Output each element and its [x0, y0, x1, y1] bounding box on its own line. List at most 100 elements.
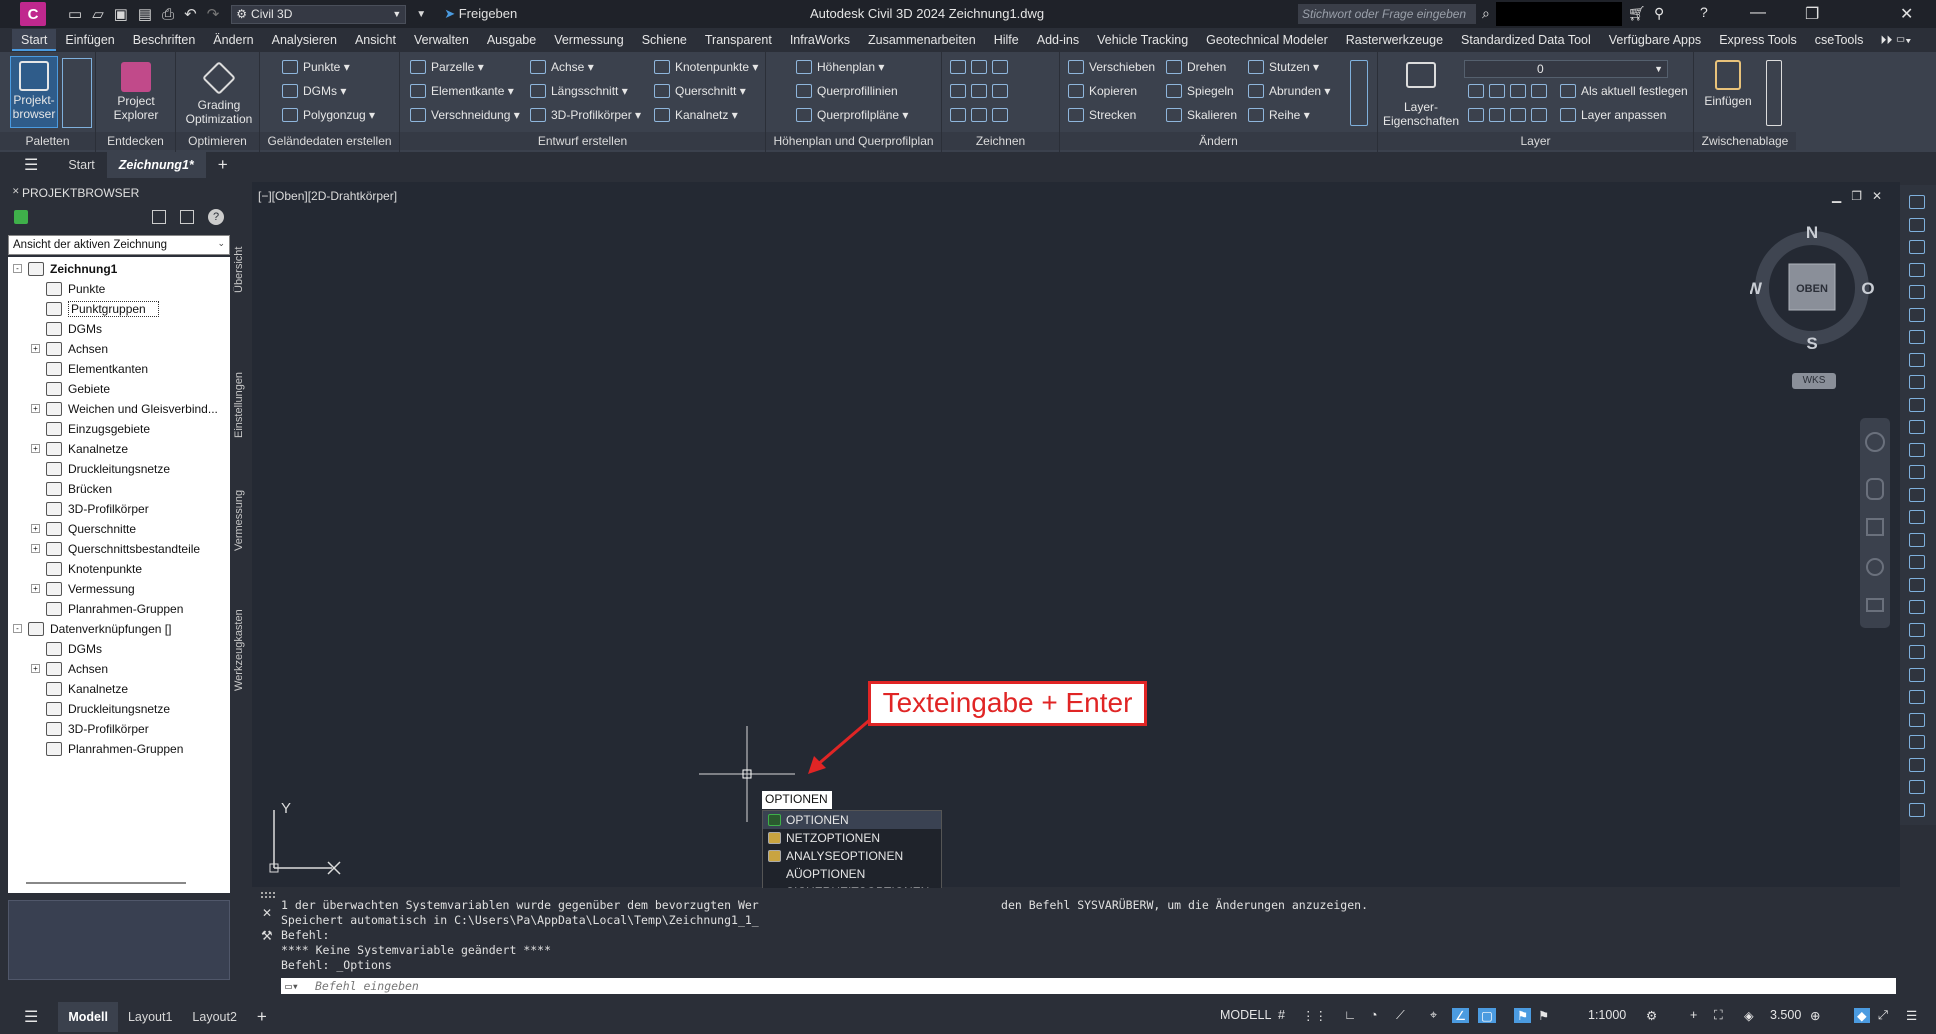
tree-item[interactable]: Brücken — [8, 479, 230, 499]
verschneidung-button[interactable]: Verschneidung ▾ — [410, 108, 520, 122]
palette-tool-icon[interactable] — [1909, 555, 1925, 569]
print-icon[interactable]: ⎙ — [162, 6, 174, 23]
expand-icon[interactable]: + — [31, 664, 40, 673]
add-layout-icon[interactable]: + — [257, 1007, 267, 1027]
querprofilplaene-button[interactable]: Querprofilpläne ▾ — [796, 108, 908, 122]
annotation-scale[interactable]: 1:1000 — [1588, 1008, 1626, 1022]
dynamic-ucs-icon[interactable]: ∠ — [1452, 1008, 1470, 1023]
layer-tools-row2[interactable] — [1468, 108, 1552, 122]
palette-tool-icon[interactable] — [1909, 802, 1925, 817]
drehen-button[interactable]: Drehen — [1166, 60, 1226, 74]
app-icon[interactable]: C — [20, 2, 46, 26]
ribbon-tab-20[interactable]: Express Tools — [1710, 29, 1806, 51]
clipboard-extra-icons[interactable] — [1766, 60, 1782, 126]
prospector-icon[interactable] — [14, 210, 28, 224]
quick-access-menu-icon[interactable]: ▼ — [416, 9, 426, 20]
compass-north[interactable]: N — [1806, 223, 1818, 242]
search-input[interactable]: Stichwort oder Frage eingeben — [1298, 4, 1476, 24]
tree-item[interactable]: DGMs — [8, 319, 230, 339]
help-icon[interactable]: ? — [208, 209, 224, 225]
ribbon-tab-0[interactable]: Start — [12, 29, 57, 51]
querprofillinien-button[interactable]: Querprofillinien — [796, 84, 898, 98]
dynamic-command-input[interactable]: OPTIONEN — [762, 791, 832, 809]
elevation-value[interactable]: 3.500 — [1770, 1008, 1801, 1022]
new-file-icon[interactable]: ▭ — [68, 5, 82, 23]
redo-icon[interactable]: ↷ — [207, 5, 220, 23]
tree-item[interactable]: 3D-Profilkörper — [8, 719, 230, 739]
dgms-button[interactable]: DGMs ▾ — [282, 84, 346, 98]
collapse-icon[interactable]: - — [13, 624, 22, 633]
point-tool[interactable] — [950, 84, 1013, 98]
ribbon-tab-13[interactable]: Hilfe — [985, 29, 1028, 51]
ribbon-tab-2[interactable]: Beschriften — [124, 29, 205, 51]
expand-icon[interactable]: + — [31, 584, 40, 593]
expand-icon[interactable]: + — [31, 444, 40, 453]
tree-item[interactable]: + Vermessung — [8, 579, 230, 599]
querschnitt-button[interactable]: Querschnitt ▾ — [654, 84, 746, 98]
ribbon-tab-21[interactable]: cseTools — [1806, 29, 1873, 51]
layer-anpassen-button[interactable]: Layer anpassen — [1560, 108, 1666, 122]
abrunden-button[interactable]: Abrunden ▾ — [1248, 84, 1330, 98]
kanalnetz-button[interactable]: Kanalnetz ▾ — [654, 108, 738, 122]
tree-item[interactable]: 3D-Profilkörper — [8, 499, 230, 519]
strecken-button[interactable]: Strecken — [1068, 108, 1136, 122]
tree-item[interactable]: + Achsen — [8, 339, 230, 359]
palette-tool-icon[interactable] — [1909, 712, 1925, 727]
tab-modell[interactable]: Modell — [58, 1002, 118, 1032]
search-icon[interactable]: ⌕ — [1482, 5, 1490, 22]
palette-icons[interactable] — [62, 58, 92, 128]
palette-tool-icon[interactable] — [1909, 487, 1925, 502]
side-tab-0[interactable]: Übersicht — [233, 240, 249, 300]
fullscreen-icon[interactable]: ⤢ — [1878, 1008, 1888, 1023]
kopieren-button[interactable]: Kopieren — [1068, 84, 1137, 98]
tree-item[interactable]: + Kanalnetze — [8, 439, 230, 459]
palette-tool-icon[interactable] — [1909, 510, 1925, 524]
expand-icon[interactable]: + — [31, 544, 40, 553]
tree-item[interactable]: Knotenpunkte — [8, 559, 230, 579]
side-tab-2[interactable]: Vermessung — [233, 470, 249, 570]
ribbon-tab-19[interactable]: Verfügbare Apps — [1600, 29, 1710, 51]
osnap-icon[interactable]: ⌖ — [1430, 1008, 1437, 1023]
settings-gear-icon[interactable]: ⚙ — [1646, 1008, 1657, 1023]
als-aktuell-festlegen-button[interactable]: Als aktuell festlegen — [1560, 84, 1688, 98]
elementkante-button[interactable]: Elementkante ▾ — [410, 84, 514, 98]
ribbon-tab-5[interactable]: Ansicht — [346, 29, 405, 51]
palette-tool-icon[interactable] — [1909, 307, 1925, 322]
ribbon-tab-14[interactable]: Add-ins — [1028, 29, 1088, 51]
palette-tool-icon[interactable] — [1909, 645, 1925, 659]
palette-tool-icon[interactable] — [1909, 465, 1925, 479]
browser-close-icon[interactable]: ✕ — [12, 186, 20, 197]
ribbon-tab-8[interactable]: Vermessung — [545, 29, 632, 51]
grading-optimization-button[interactable]: Grading Optimization — [182, 56, 256, 126]
viewport-restore-icon[interactable]: ❐ — [1851, 189, 1862, 203]
ribbon-tab-15[interactable]: Vehicle Tracking — [1088, 29, 1197, 51]
close-icon[interactable]: ✕ — [262, 906, 272, 920]
open-file-icon[interactable]: ▱ — [92, 5, 104, 23]
zoom-extents-icon[interactable] — [1866, 518, 1884, 536]
palette-tool-icon[interactable] — [1909, 330, 1925, 344]
layer-dropdown[interactable]: 0 ▼ — [1464, 60, 1668, 78]
tree-item[interactable]: Druckleitungsnetze — [8, 699, 230, 719]
palette-tool-icon[interactable] — [1909, 240, 1925, 254]
isolate-icon[interactable]: ⛶ — [1714, 1008, 1723, 1023]
expand-icon[interactable]: + — [31, 524, 40, 533]
modify-extra-icons[interactable] — [1350, 60, 1368, 126]
tree-item[interactable]: Punktgruppen — [8, 299, 230, 319]
laengsschnitt-button[interactable]: Längsschnitt ▾ — [530, 84, 628, 98]
layer-tools-row1[interactable] — [1468, 84, 1552, 98]
knotenpunkte-button[interactable]: Knotenpunkte ▾ — [654, 60, 758, 74]
palette-tool-icon[interactable] — [1909, 622, 1925, 637]
annotation-autoscale-icon[interactable]: ⚑ — [1538, 1008, 1549, 1023]
clean-screen-icon[interactable]: ◆ — [1854, 1008, 1870, 1023]
new-tab-plus-icon[interactable]: + — [218, 155, 228, 175]
tree-item[interactable]: Elementkanten — [8, 359, 230, 379]
steering-wheel-icon[interactable] — [1865, 432, 1885, 452]
ortho-icon[interactable]: ∟ — [1344, 1008, 1356, 1022]
expand-icon[interactable]: + — [31, 404, 40, 413]
snap-icon[interactable]: ⋮⋮ — [1302, 1008, 1327, 1023]
command-grip[interactable] — [261, 892, 275, 898]
stutzen-button[interactable]: Stutzen ▾ — [1248, 60, 1319, 74]
ribbon-tab-18[interactable]: Standardized Data Tool — [1452, 29, 1600, 51]
reihe-button[interactable]: Reihe ▾ — [1248, 108, 1310, 122]
parzelle-button[interactable]: Parzelle ▾ — [410, 60, 484, 74]
